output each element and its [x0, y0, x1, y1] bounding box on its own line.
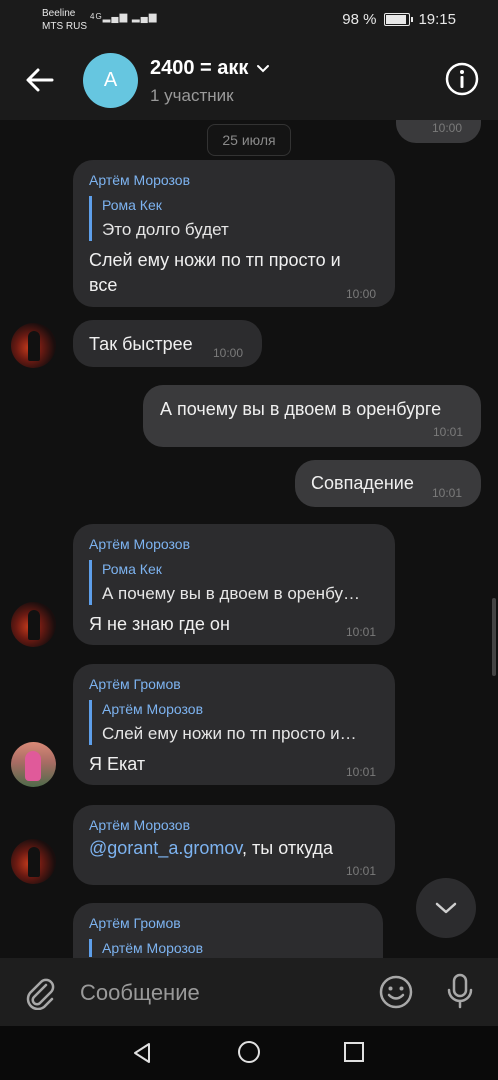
- message-text: Я Екат: [89, 754, 146, 774]
- battery-icon: [384, 13, 414, 26]
- message-bubble[interactable]: Артём Морозов @gorant_a.gromov, ты откуд…: [73, 805, 395, 885]
- message-bubble-outgoing[interactable]: Совпадение 10:01: [295, 460, 481, 507]
- carrier-name-1: Beeline: [42, 8, 76, 19]
- message-time: 10:00: [213, 346, 244, 360]
- message-bubble[interactable]: Артём Громов Артём Морозов Слей ему ножи…: [73, 664, 395, 785]
- message-composer: [0, 958, 498, 1026]
- message-input[interactable]: [80, 978, 360, 1008]
- message-time: 10:01: [346, 864, 377, 878]
- arrow-left-icon: [26, 68, 54, 92]
- info-icon: [445, 62, 479, 96]
- reply-sender: Артём Морозов: [102, 940, 204, 956]
- message-bubble-partial[interactable]: ? 10:00: [396, 120, 481, 143]
- back-button[interactable]: [22, 62, 58, 98]
- chat-title-button[interactable]: 2400 = акк: [150, 57, 270, 80]
- square-recent-icon: [344, 1042, 364, 1062]
- clock: 19:15: [418, 11, 456, 28]
- message-bubble[interactable]: Артём Морозов Рома Кек Это долго будет С…: [73, 160, 395, 307]
- nav-recent-button[interactable]: [343, 1041, 365, 1063]
- reply-quote[interactable]: Рома Кек Это долго будет: [89, 196, 382, 241]
- reply-sender: Рома Кек: [102, 561, 162, 577]
- message-time: 10:01: [432, 486, 463, 500]
- reply-sender: Артём Морозов: [102, 701, 204, 717]
- avatar[interactable]: [11, 742, 56, 787]
- attach-button[interactable]: [22, 974, 58, 1011]
- group-avatar-letter: A: [103, 69, 118, 91]
- paperclip-icon: [26, 978, 55, 1011]
- chevron-down-icon: [257, 64, 270, 72]
- reply-text: Это долго будет: [102, 220, 229, 239]
- status-bar: Beeline MTS RUS 4G▂▄▆ ▂▄▆ 98 % 19:15: [0, 0, 498, 40]
- group-avatar[interactable]: A: [83, 53, 138, 108]
- message-sender: Артём Громов: [89, 915, 181, 931]
- mention-link[interactable]: @gorant_a.gromov: [89, 838, 242, 858]
- message-text: Так быстрее: [89, 334, 193, 354]
- message-bubble-partial[interactable]: Артём Громов Артём Морозов: [73, 903, 383, 958]
- avatar[interactable]: [11, 839, 56, 884]
- nav-home-button[interactable]: [237, 1040, 261, 1064]
- reply-quote[interactable]: Артём Морозов Слей ему ножи по тп просто…: [89, 700, 378, 745]
- message-time: 10:01: [346, 625, 377, 639]
- message-text-rest: , ты откуда: [242, 838, 334, 858]
- message-time: 10:01: [346, 765, 377, 779]
- scrollbar[interactable]: [492, 598, 496, 676]
- reply-text: А почему вы в двоем в оренбу…: [102, 584, 360, 603]
- message-text: А почему вы в двоем в оренбурге: [160, 399, 442, 419]
- message-text: @gorant_a.gromov, ты откуда: [89, 836, 333, 861]
- reply-quote[interactable]: Рома Кек А почему вы в двоем в оренбу…: [89, 560, 378, 605]
- message-sender: Артём Морозов: [89, 172, 191, 188]
- message-text: Слей ему ножи по тп просто и все: [89, 248, 341, 298]
- reply-sender: Рома Кек: [102, 197, 162, 213]
- message-list[interactable]: ? 10:00 25 июля Артём Морозов Рома Кек Э…: [0, 120, 498, 958]
- chat-title: 2400 = акк: [150, 57, 249, 79]
- battery-percent: 98 %: [342, 11, 377, 28]
- avatar[interactable]: [11, 323, 56, 368]
- nav-back-button[interactable]: [130, 1041, 154, 1065]
- emoji-button[interactable]: [378, 974, 414, 1010]
- info-button[interactable]: [444, 61, 480, 97]
- message-sender: Артём Громов: [89, 676, 181, 692]
- date-separator: 25 июля: [207, 124, 291, 156]
- triangle-back-icon: [134, 1043, 150, 1063]
- message-sender: Артём Морозов: [89, 817, 191, 833]
- message-line-2: все: [89, 275, 118, 295]
- message-bubble-outgoing[interactable]: А почему вы в двоем в оренбурге 10:01: [143, 385, 481, 447]
- message-text: Совпадение: [311, 473, 414, 493]
- carrier-info: Beeline MTS RUS: [42, 7, 87, 33]
- reply-quote[interactable]: Артём Морозов: [89, 939, 372, 957]
- circle-home-icon: [238, 1041, 260, 1063]
- message-line-1: Слей ему ножи по тп просто и: [89, 250, 341, 270]
- smile-icon: [379, 975, 413, 1009]
- scroll-down-button[interactable]: [416, 878, 476, 938]
- carrier-name-2: MTS RUS: [42, 21, 87, 32]
- message-bubble[interactable]: Артём Морозов Рома Кек А почему вы в дво…: [73, 524, 395, 645]
- avatar[interactable]: [11, 602, 56, 647]
- message-time: 10:00: [432, 121, 463, 135]
- reply-text: Слей ему ножи по тп просто и…: [102, 724, 357, 743]
- message-bubble[interactable]: Так быстрее 10:00: [73, 320, 262, 367]
- chat-header: A 2400 = акк 1 участник: [0, 40, 498, 120]
- signal-icon: 4G▂▄▆ ▂▄▆: [90, 12, 158, 23]
- message-time: 10:00: [346, 287, 377, 301]
- system-nav-bar: [0, 1026, 498, 1080]
- voice-button[interactable]: [442, 972, 478, 1010]
- network-type: 4G: [90, 12, 103, 21]
- microphone-icon: [447, 973, 473, 1009]
- status-right: 98 % 19:15: [342, 11, 456, 28]
- message-sender: Артём Морозов: [89, 536, 191, 552]
- message-time: 10:01: [433, 425, 464, 439]
- message-text: Я не знаю где он: [89, 614, 230, 634]
- chevron-down-icon: [435, 902, 457, 914]
- chat-subtitle: 1 участник: [150, 86, 234, 105]
